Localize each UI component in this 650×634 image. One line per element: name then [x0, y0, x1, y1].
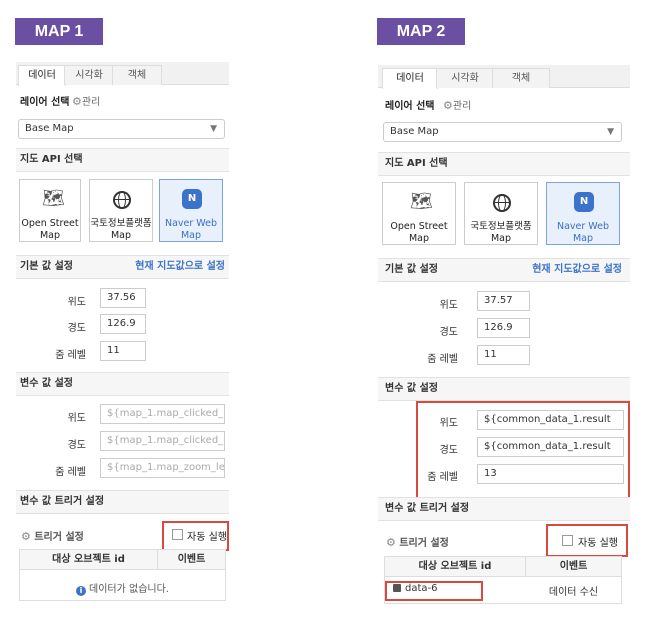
basic-zoom-label: 줌 레벨: [55, 350, 86, 361]
trigger-settings-label: ⚙ 트리거 설정: [21, 530, 84, 543]
map2-tab-object[interactable]: 객체: [492, 68, 550, 88]
autorun-checkbox[interactable]: [172, 529, 183, 540]
layer-select[interactable]: Base Map ▼: [18, 119, 225, 139]
api-option-vworld[interactable]: 국토정보플랫폼 Map: [464, 182, 538, 245]
object-id-highlight: [385, 581, 483, 601]
var-lng-input[interactable]: ${common_data_1.result: [477, 437, 624, 457]
map1-badge: MAP 1: [15, 18, 103, 45]
col-header-object-id: 대상 오브젝트 id: [20, 550, 158, 570]
info-icon: i: [76, 586, 87, 596]
var-zoom-label: 줌 레벨: [55, 467, 86, 478]
api-section-header: 지도 API 선택: [16, 148, 229, 172]
basic-zoom-input[interactable]: 11: [477, 345, 530, 365]
variable-section-header: 변수 값 설정: [16, 372, 229, 396]
api-option-osm[interactable]: 🗺 Open Street Map: [382, 182, 456, 245]
map1-tab-bar: 데이터 시각화 객체: [16, 62, 229, 86]
api-option-vworld[interactable]: 국토정보플랫폼 Map: [89, 179, 153, 242]
basic-lat-label: 위도: [439, 300, 458, 311]
manage-link[interactable]: ⚙관리: [443, 97, 471, 112]
globe-icon: [493, 194, 511, 212]
col-header-object-id: 대상 오브젝트 id: [385, 557, 526, 577]
row-event: 데이터 수신: [548, 587, 599, 598]
map2-panel: 데이터 시각화 객체 레이어 선택 ⚙관리 Base Map ▼ 지도 API 선…: [378, 65, 630, 605]
basic-lng-input[interactable]: 126.9: [477, 318, 530, 338]
layer-select[interactable]: Base Map ▼: [383, 122, 622, 142]
api-section-header: 지도 API 선택: [378, 152, 630, 176]
map2-badge: MAP 2: [377, 18, 465, 45]
gear-icon: ⚙: [21, 530, 31, 543]
globe-icon: [113, 191, 131, 209]
variable-section-header: 변수 값 설정: [378, 377, 630, 401]
var-lng-input[interactable]: ${map_1.map_clicked_ln: [100, 431, 225, 451]
basic-section-header: 기본 값 설정 현재 지도값으로 설정: [378, 258, 630, 282]
var-lat-input[interactable]: ${common_data_1.result: [477, 410, 624, 430]
set-current-map-link[interactable]: 현재 지도값으로 설정: [532, 259, 622, 281]
basic-lng-label: 경도: [67, 323, 86, 334]
map1-panel: 데이터 시각화 객체 레이어 선택 ⚙관리 Base Map ▼ 지도 API 선…: [16, 62, 229, 602]
basic-section-header: 기본 값 설정 현재 지도값으로 설정: [16, 255, 229, 279]
var-lat-label: 위도: [439, 418, 458, 429]
set-current-map-link[interactable]: 현재 지도값으로 설정: [135, 256, 225, 278]
api-option-naver[interactable]: N Naver Web Map: [546, 182, 620, 245]
manage-link[interactable]: ⚙관리: [72, 93, 100, 108]
basic-lng-label: 경도: [439, 327, 458, 338]
autorun-checkbox[interactable]: [562, 535, 573, 546]
basic-lat-input[interactable]: 37.57: [477, 291, 530, 311]
map2-tab-data[interactable]: 데이터: [382, 68, 438, 89]
var-zoom-label: 줌 레벨: [427, 472, 458, 483]
api-option-naver[interactable]: N Naver Web Map: [159, 179, 223, 242]
var-lat-label: 위도: [67, 413, 86, 424]
map1-tab-object[interactable]: 객체: [112, 65, 162, 85]
basic-lat-label: 위도: [67, 297, 86, 308]
naver-map-icon: N: [182, 189, 202, 209]
basic-zoom-label: 줌 레벨: [427, 354, 458, 365]
osm-map-icon: 🗺: [410, 191, 433, 212]
trigger-settings-label: ⚙ 트리거 설정: [386, 536, 449, 549]
api-option-osm[interactable]: 🗺 Open Street Map: [19, 179, 81, 242]
var-lng-label: 경도: [439, 445, 458, 456]
map2-tab-bar: 데이터 시각화 객체: [378, 65, 630, 89]
gear-icon: ⚙: [72, 95, 82, 108]
layer-select-label: 레이어 선택: [385, 101, 435, 112]
var-zoom-input[interactable]: 13: [477, 464, 624, 484]
var-lng-label: 경도: [67, 440, 86, 451]
col-header-event: 이벤트: [158, 550, 225, 570]
autorun-label: 자동 실행: [578, 538, 618, 549]
map1-tab-visual[interactable]: 시각화: [64, 65, 114, 85]
layer-select-label: 레이어 선택: [20, 97, 70, 108]
naver-map-icon: N: [574, 192, 594, 212]
basic-lat-input[interactable]: 37.56: [100, 288, 146, 308]
empty-message: i 데이터가 없습니다.: [20, 580, 225, 596]
trigger-section-header: 변수 값 트리거 설정: [378, 497, 630, 521]
autorun-label: 자동 실행: [187, 532, 227, 543]
var-zoom-input[interactable]: ${map_1.map_zoom_leve: [100, 458, 225, 478]
trigger-table: 대상 오브젝트 id 이벤트 i 데이터가 없습니다.: [19, 549, 226, 601]
map2-tab-visual[interactable]: 시각화: [436, 68, 494, 88]
chevron-down-icon: ▼: [607, 127, 614, 137]
col-header-event: 이벤트: [526, 557, 621, 577]
map1-tab-data[interactable]: 데이터: [18, 65, 66, 86]
trigger-section-header: 변수 값 트리거 설정: [16, 490, 229, 514]
var-lat-input[interactable]: ${map_1.map_clicked_la: [100, 404, 225, 424]
gear-icon: ⚙: [443, 99, 453, 112]
gear-icon: ⚙: [386, 536, 396, 549]
osm-map-icon: 🗺: [42, 188, 65, 209]
chevron-down-icon: ▼: [210, 124, 217, 134]
basic-lng-input[interactable]: 126.9: [100, 314, 146, 334]
basic-zoom-input[interactable]: 11: [100, 341, 146, 361]
